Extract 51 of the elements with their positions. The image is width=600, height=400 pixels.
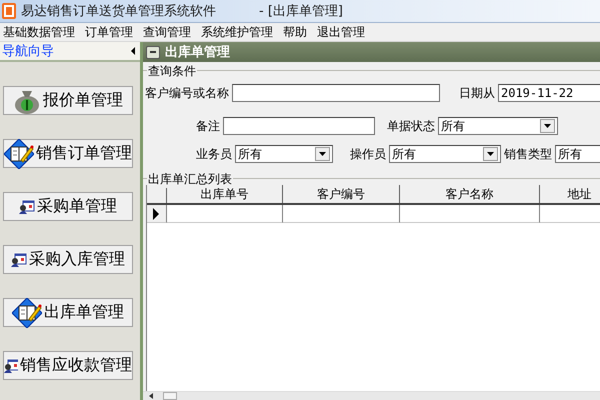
window-title: 易达销售订单送货单管理系统软件 — [21, 3, 216, 20]
dropdown[interactable]: 所有 — [438, 117, 558, 135]
menu-item[interactable]: 帮助 — [280, 24, 311, 40]
nav-button[interactable]: 采购单管理 — [3, 192, 133, 221]
form-icon — [19, 200, 35, 214]
input-field[interactable] — [223, 117, 375, 135]
panel-title: 出库单管理 — [165, 44, 230, 61]
nav-button[interactable]: 销售订单管理 — [3, 139, 133, 168]
nav-button[interactable]: 出库单管理 — [3, 298, 133, 327]
dropdown-arrow-icon — [544, 124, 551, 128]
field-label: 销售类型 — [504, 146, 552, 162]
column-header[interactable]: 客户名称 — [400, 185, 540, 203]
scroll-thumb[interactable] — [163, 392, 177, 400]
app-icon — [2, 3, 16, 19]
menu-item[interactable]: 基础数据管理 — [0, 24, 79, 40]
horizontal-scrollbar[interactable] — [143, 391, 600, 400]
column-header[interactable]: 地址 — [540, 185, 600, 203]
document-title: - [出库单管理] — [259, 3, 343, 20]
field-label: 业务员 — [196, 146, 232, 162]
column-header[interactable]: 出库单号 — [167, 185, 283, 203]
menu-item[interactable]: 订单管理 — [82, 24, 137, 40]
menu-item[interactable]: 退出管理 — [314, 24, 369, 40]
dropdown-arrow-icon — [319, 152, 326, 156]
notebook-pencil-icon — [12, 298, 42, 328]
notebook-pencil-icon — [4, 138, 34, 168]
field-label: 日期从 — [459, 84, 495, 102]
group-label: 查询条件 — [147, 63, 197, 80]
input-field[interactable] — [232, 84, 440, 102]
group-label: 出库单汇总列表 — [147, 171, 233, 188]
field-label: 单据状态 — [387, 118, 435, 134]
form-icon — [11, 252, 27, 266]
scroll-left-icon[interactable] — [149, 393, 153, 399]
collapse-button[interactable] — [146, 46, 160, 58]
field-label: 备注 — [196, 118, 220, 134]
column-header[interactable]: 客户编号 — [283, 185, 400, 203]
input-field[interactable]: 2019-11-22 — [498, 84, 600, 102]
nav-button[interactable]: 报价单管理 — [3, 86, 133, 115]
field-label: 操作员 — [350, 146, 386, 162]
collapse-icon[interactable] — [131, 47, 136, 55]
menu-item[interactable]: 查询管理 — [140, 24, 195, 40]
dropdown-arrow-icon — [487, 152, 494, 156]
input-field[interactable]: 所有 — [555, 145, 600, 163]
dropdown[interactable]: 所有 — [235, 145, 333, 163]
nav-button[interactable]: 销售应收款管理 — [3, 351, 133, 380]
minus-icon — [150, 51, 156, 53]
field-label: 客户编号或名称 — [145, 84, 229, 102]
form-icon — [4, 358, 18, 372]
nav-button[interactable]: 采购入库管理 — [3, 245, 133, 274]
nav-title: 导航向导 — [2, 43, 54, 60]
dropdown[interactable]: 所有 — [389, 145, 501, 163]
menu-item[interactable]: 系统维护管理 — [198, 24, 277, 40]
